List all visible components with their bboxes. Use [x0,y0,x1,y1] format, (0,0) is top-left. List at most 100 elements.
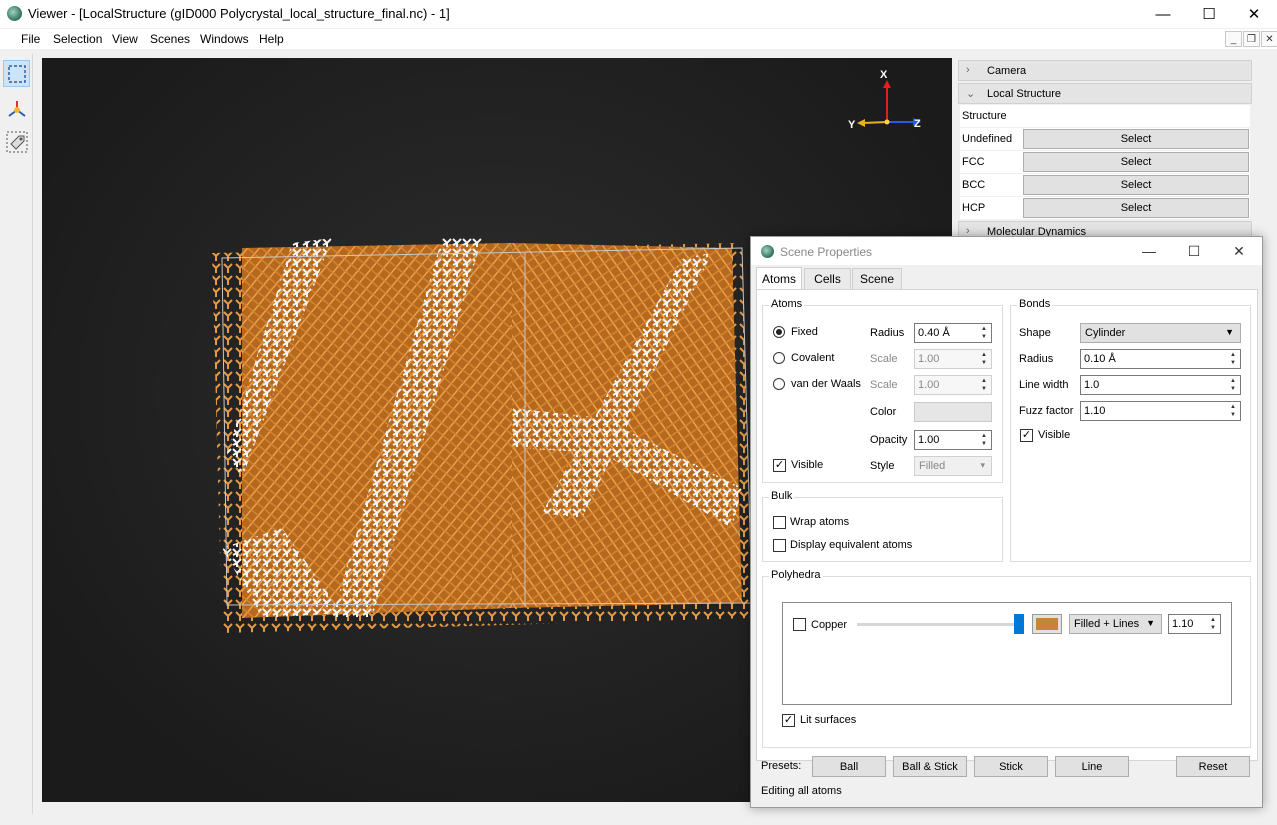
tool-bar [0,54,33,814]
van-der-waals-label: van der Waals [791,378,861,390]
menu-help[interactable]: Help [259,32,284,46]
chevron-down-icon: ⌄ [966,88,976,100]
color-label: Color [870,406,897,418]
radio-covalent[interactable] [773,352,785,364]
line-width-input[interactable]: 1.0 ▲ ▼ [1080,375,1241,395]
atoms-group-label: Atoms [769,298,805,310]
polyhedra-mode-dropdown[interactable]: Filled + Lines ▼ [1069,614,1162,634]
spin-arrows-icon: ▲ ▼ [981,352,987,366]
polyhedra-list: Copper Filled + Lines ▼ 1.10 ▲ ▼ [782,602,1232,705]
mdi-close-icon[interactable]: ✕ [1261,31,1277,47]
fuzz-factor-input[interactable]: 1.10 ▲ ▼ [1080,401,1241,421]
style-dropdown[interactable]: Filled ▾ [914,456,992,476]
polyhedra-group: Polyhedra Copper Filled + Lines ▼ 1.10 ▲ ▼ … [762,569,1251,748]
opacity-slider-track [857,623,1017,626]
menu-selection[interactable]: Selection [53,32,102,46]
dialog-close-button[interactable]: ✕ [1216,237,1262,265]
spin-arrows-icon: ▲ ▼ [981,378,987,392]
select-bcc-button[interactable]: Select [1023,175,1249,195]
radio-van-der-waals[interactable] [773,378,785,390]
dialog-maximize-button[interactable]: ☐ [1171,237,1217,265]
chevron-right-icon: › [966,64,970,76]
close-button[interactable]: ✕ [1231,0,1277,28]
preset-ball-stick-button[interactable]: Ball & Stick [893,756,967,777]
dialog-minimize-button[interactable]: — [1126,237,1172,265]
axes-tool-icon[interactable] [3,96,30,123]
menu-scenes[interactable]: Scenes [150,32,190,46]
bonds-group: Bonds Shape Cylinder ▼ Radius 0.10 Å ▲ ▼ Li… [1010,298,1251,562]
select-tool-icon[interactable] [3,60,30,87]
minimize-button[interactable]: — [1140,0,1186,28]
menu-view[interactable]: View [112,32,138,46]
color-swatch [1036,618,1058,630]
vdw-scale-input[interactable]: 1.00 ▲ ▼ [914,375,992,395]
section-local-structure-label: Local Structure [987,88,1061,100]
color-button[interactable] [914,402,992,422]
spin-arrows-icon: ▲ ▼ [1230,404,1236,418]
spin-arrows-icon: ▲ ▼ [1230,352,1236,366]
select-fcc-button[interactable]: Select [1023,152,1249,172]
atoms-visible-checkbox[interactable]: ✓ [773,459,786,472]
radio-fixed[interactable] [773,326,785,338]
maximize-button[interactable]: ☐ [1186,0,1232,28]
chevron-down-icon: ▾ [980,460,985,470]
presets-label: Presets: [761,760,802,772]
preset-ball-button[interactable]: Ball [812,756,886,777]
chevron-down-icon: ▼ [1225,327,1234,337]
copper-polyhedra-checkbox[interactable] [793,618,806,631]
polyhedra-value-input[interactable]: 1.10 ▲ ▼ [1168,614,1221,634]
mdi-minimize-icon[interactable]: _ [1225,31,1242,47]
atoms-tab-pane: Atoms Fixed Covalent van der Waals Radiu… [756,289,1258,761]
equivalent-atoms-checkbox[interactable] [773,539,786,552]
bond-shape-dropdown[interactable]: Cylinder ▼ [1080,323,1241,343]
tab-atoms[interactable]: Atoms [756,267,802,290]
lit-surfaces-checkbox[interactable]: ✓ [782,714,795,727]
bulk-group: Bulk Wrap atoms Display equivalent atoms [762,490,1003,562]
line-width-label: Line width [1019,379,1069,391]
section-local-structure[interactable]: ⌄ Local Structure [958,83,1252,104]
polyhedra-group-label: Polyhedra [769,569,823,581]
spin-arrows-icon: ▲ ▼ [1210,617,1216,631]
menu-file[interactable]: File [21,32,40,46]
structure-header: Structure [962,110,1007,122]
window-title: Viewer - [LocalStructure (gID000 Polycry… [28,6,450,21]
mdi-restore-icon[interactable]: ❐ [1243,31,1260,47]
tab-scene[interactable]: Scene [852,268,902,289]
preset-stick-button[interactable]: Stick [974,756,1048,777]
fixed-label: Fixed [791,326,818,338]
preset-line-button[interactable]: Line [1055,756,1129,777]
menu-windows[interactable]: Windows [200,32,249,46]
row-undefined: Undefined Select [960,128,1250,150]
row-undefined-label: Undefined [962,133,1013,145]
copper-label: Copper [811,619,848,631]
section-camera[interactable]: › Camera [958,60,1252,81]
style-label: Style [870,460,895,472]
tag-tool-icon[interactable] [3,128,30,155]
dialog-app-icon [761,245,774,258]
reset-button[interactable]: Reset [1176,756,1250,777]
spin-arrows-icon: ▲ ▼ [981,326,987,340]
wrap-atoms-checkbox[interactable] [773,516,786,529]
wrap-atoms-label: Wrap atoms [790,516,850,528]
row-hcp-label: HCP [962,202,986,214]
row-fcc-label: FCC [962,156,985,168]
section-camera-label: Camera [987,65,1027,77]
covalent-scale-label: Scale [870,353,898,365]
axis-x-label: X [880,69,888,81]
select-hcp-button[interactable]: Select [1023,198,1249,218]
covalent-scale-input[interactable]: 1.00 ▲ ▼ [914,349,992,369]
status-text: Editing all atoms [761,785,842,797]
atom-radius-label: Radius [870,327,905,339]
tab-cells[interactable]: Cells [804,268,851,289]
atom-radius-input[interactable]: 0.40 Å ▲ ▼ [914,323,992,343]
axis-z-label: Z [914,118,921,130]
select-undefined-button[interactable]: Select [1023,129,1249,149]
bonds-group-label: Bonds [1017,298,1053,310]
polyhedra-color-button[interactable] [1032,614,1062,634]
covalent-label: Covalent [791,352,835,364]
bond-radius-input[interactable]: 0.10 Å ▲ ▼ [1080,349,1241,369]
bonds-visible-checkbox[interactable]: ✓ [1020,429,1033,442]
opacity-input[interactable]: 1.00 ▲ ▼ [914,430,992,450]
dialog-title: Scene Properties [780,245,873,259]
opacity-slider-handle[interactable] [1014,614,1024,634]
